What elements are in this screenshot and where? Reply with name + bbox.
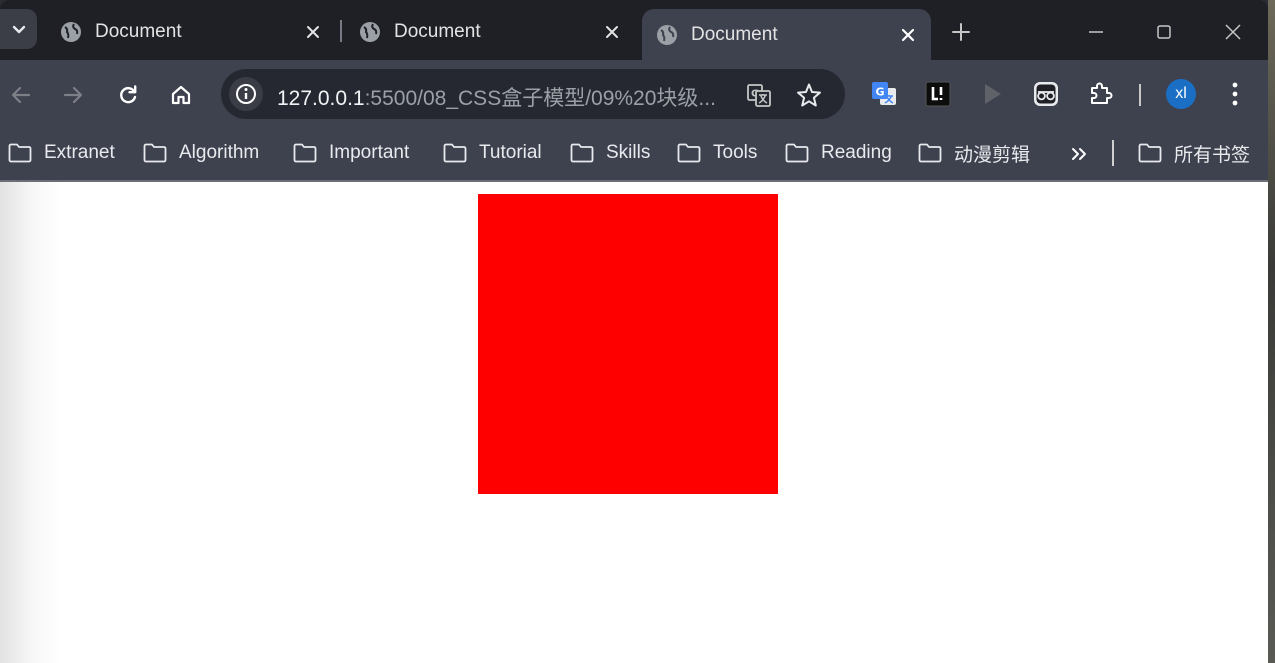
- bookmark-label: 动漫剪辑: [954, 144, 1031, 166]
- folder-icon: [570, 143, 594, 163]
- toolbar-divider: [1139, 84, 1141, 106]
- plus-icon: [952, 23, 970, 41]
- tab-title: Document: [394, 20, 481, 42]
- folder-icon: [1138, 143, 1162, 163]
- reload-icon: [120, 85, 137, 104]
- bookmark-label: Tools: [713, 142, 758, 163]
- url-host: 127.0.0.1: [277, 87, 365, 110]
- globe-icon: [360, 21, 380, 42]
- folder-icon: [677, 143, 701, 163]
- tab-title: Document: [691, 23, 778, 45]
- bookmarks-bar: Extranet Algorithm Important Tutorial Sk…: [0, 128, 1268, 180]
- all-bookmarks-label: 所有书签: [1174, 144, 1251, 166]
- tab-2[interactable]: Document: [345, 9, 635, 54]
- back-button[interactable]: [3, 77, 39, 113]
- folder-icon: [443, 143, 467, 163]
- tab-1[interactable]: Document: [46, 9, 336, 54]
- url-text[interactable]: 127.0.0.1:5500/08_CSS盒子模型/09%20块级...: [277, 82, 716, 112]
- translate-icon: G: [747, 84, 771, 107]
- folder-icon: [785, 143, 809, 163]
- toolbar: 127.0.0.1:5500/08_CSS盒子模型/09%20块级... G G…: [0, 60, 1268, 128]
- reload-button[interactable]: [110, 77, 146, 113]
- folder-icon: [8, 143, 32, 163]
- ext-logo-icon: [925, 81, 951, 107]
- browser-window: Document Document Document 127.0.0.1:550…: [0, 0, 1268, 663]
- new-tab-button[interactable]: [944, 15, 978, 49]
- bookmark-label: Extranet: [44, 142, 115, 163]
- bookmark-folder-skills[interactable]: Skills: [570, 138, 650, 168]
- tab-search-button[interactable]: [0, 9, 37, 49]
- page-left-shadow: [0, 182, 60, 663]
- google-translate-icon: G: [872, 82, 896, 105]
- close-tab-icon[interactable]: [298, 17, 328, 47]
- all-bookmarks-button[interactable]: 所有书签: [1138, 138, 1250, 168]
- profile-avatar[interactable]: xl: [1166, 79, 1196, 109]
- more-vertical-icon: [1232, 82, 1238, 106]
- bookmark-label: Tutorial: [479, 142, 542, 163]
- globe-icon: [657, 24, 677, 45]
- folder-icon: [293, 143, 317, 163]
- reader-extension[interactable]: [1030, 78, 1062, 110]
- bookmark-folder-reading[interactable]: Reading: [785, 138, 892, 168]
- star-icon: [797, 83, 821, 107]
- ext-lightning-extension[interactable]: [922, 78, 954, 110]
- close-tab-icon[interactable]: [597, 17, 627, 47]
- google-translate-extension[interactable]: G: [868, 78, 900, 110]
- home-icon: [171, 85, 191, 105]
- tab-3-active[interactable]: Document: [642, 9, 931, 60]
- tab-title: Document: [95, 20, 182, 42]
- bookmark-label: Important: [329, 142, 410, 163]
- bookmark-folder-extranet[interactable]: Extranet: [8, 138, 115, 168]
- menu-button[interactable]: [1219, 78, 1251, 110]
- close-window-button[interactable]: [1210, 12, 1256, 52]
- close-icon: [1225, 24, 1241, 40]
- forward-arrow-icon: [63, 86, 83, 104]
- glasses-icon: [1034, 82, 1058, 106]
- tab-separator: [340, 20, 342, 42]
- bookmark-folder-anime[interactable]: 动漫剪辑: [918, 138, 1030, 168]
- maximize-button[interactable]: [1141, 12, 1187, 52]
- bookmark-label: Skills: [606, 142, 651, 163]
- bookmark-folder-tutorial[interactable]: Tutorial: [443, 138, 542, 168]
- close-tab-icon[interactable]: [893, 20, 923, 50]
- site-info-button[interactable]: [229, 77, 263, 111]
- back-arrow-icon: [11, 86, 31, 104]
- play-icon: [985, 84, 1001, 104]
- address-bar[interactable]: 127.0.0.1:5500/08_CSS盒子模型/09%20块级... G: [221, 69, 845, 119]
- minimize-icon: [1089, 31, 1103, 33]
- bookmark-star-button[interactable]: [794, 80, 824, 110]
- bookmark-folder-important[interactable]: Important: [293, 138, 409, 168]
- bookmarks-divider: [1112, 140, 1114, 166]
- translate-button[interactable]: G: [744, 80, 774, 110]
- url-path: :5500/08_CSS盒子模型/09%20块级...: [364, 87, 716, 110]
- puzzle-icon: [1091, 82, 1113, 104]
- bookmark-label: Algorithm: [179, 142, 260, 163]
- svg-text:G: G: [876, 86, 885, 99]
- play-extension[interactable]: [976, 78, 1008, 110]
- maximize-icon: [1157, 25, 1171, 39]
- desktop-background-edge: [1268, 0, 1275, 663]
- home-button[interactable]: [163, 77, 199, 113]
- bookmark-folder-algorithm[interactable]: Algorithm: [143, 138, 259, 168]
- chevron-down-icon: [12, 25, 25, 34]
- tab-strip: Document Document Document: [0, 0, 1268, 60]
- folder-icon: [143, 143, 167, 163]
- globe-icon: [61, 21, 81, 42]
- more-bookmarks-button[interactable]: [1067, 142, 1091, 166]
- red-block-box: [478, 194, 778, 494]
- page-content: [0, 182, 1268, 663]
- minimize-button[interactable]: [1073, 12, 1119, 52]
- folder-icon: [918, 143, 942, 163]
- extensions-button[interactable]: [1085, 78, 1117, 110]
- bookmark-folder-tools[interactable]: Tools: [677, 138, 757, 168]
- info-icon: [236, 84, 256, 104]
- double-chevron-right-icon: [1072, 148, 1086, 160]
- bookmark-label: Reading: [821, 142, 892, 163]
- forward-button[interactable]: [55, 77, 91, 113]
